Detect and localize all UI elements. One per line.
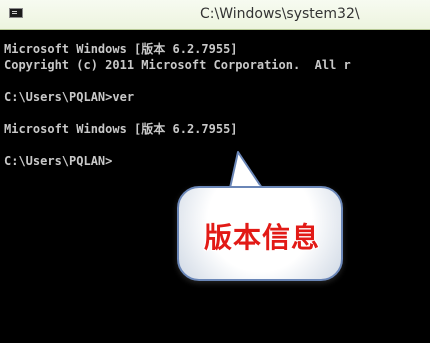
cmd-icon[interactable]	[9, 8, 23, 18]
console-line: Copyright (c) 2011 Microsoft Corporation…	[4, 58, 351, 72]
command-prompt-window: C:\Windows\system32\ Microsoft Windows […	[0, 0, 430, 343]
callout-label: 版本信息	[203, 221, 320, 254]
window-title: C:\Windows\system32\	[200, 6, 360, 22]
console-line: C:\Users\PQLAN>ver	[4, 90, 135, 104]
screenshot-frame: C:\Windows\system32\ Microsoft Windows […	[0, 0, 430, 343]
console-line: C:\Users\PQLAN>	[4, 154, 113, 168]
callout-bubble: 版本信息	[177, 186, 343, 281]
title-bar[interactable]: C:\Windows\system32\	[0, 0, 430, 30]
console-line: Microsoft Windows [版本 6.2.7955]	[4, 42, 238, 56]
console-line: Microsoft Windows [版本 6.2.7955]	[4, 122, 238, 136]
